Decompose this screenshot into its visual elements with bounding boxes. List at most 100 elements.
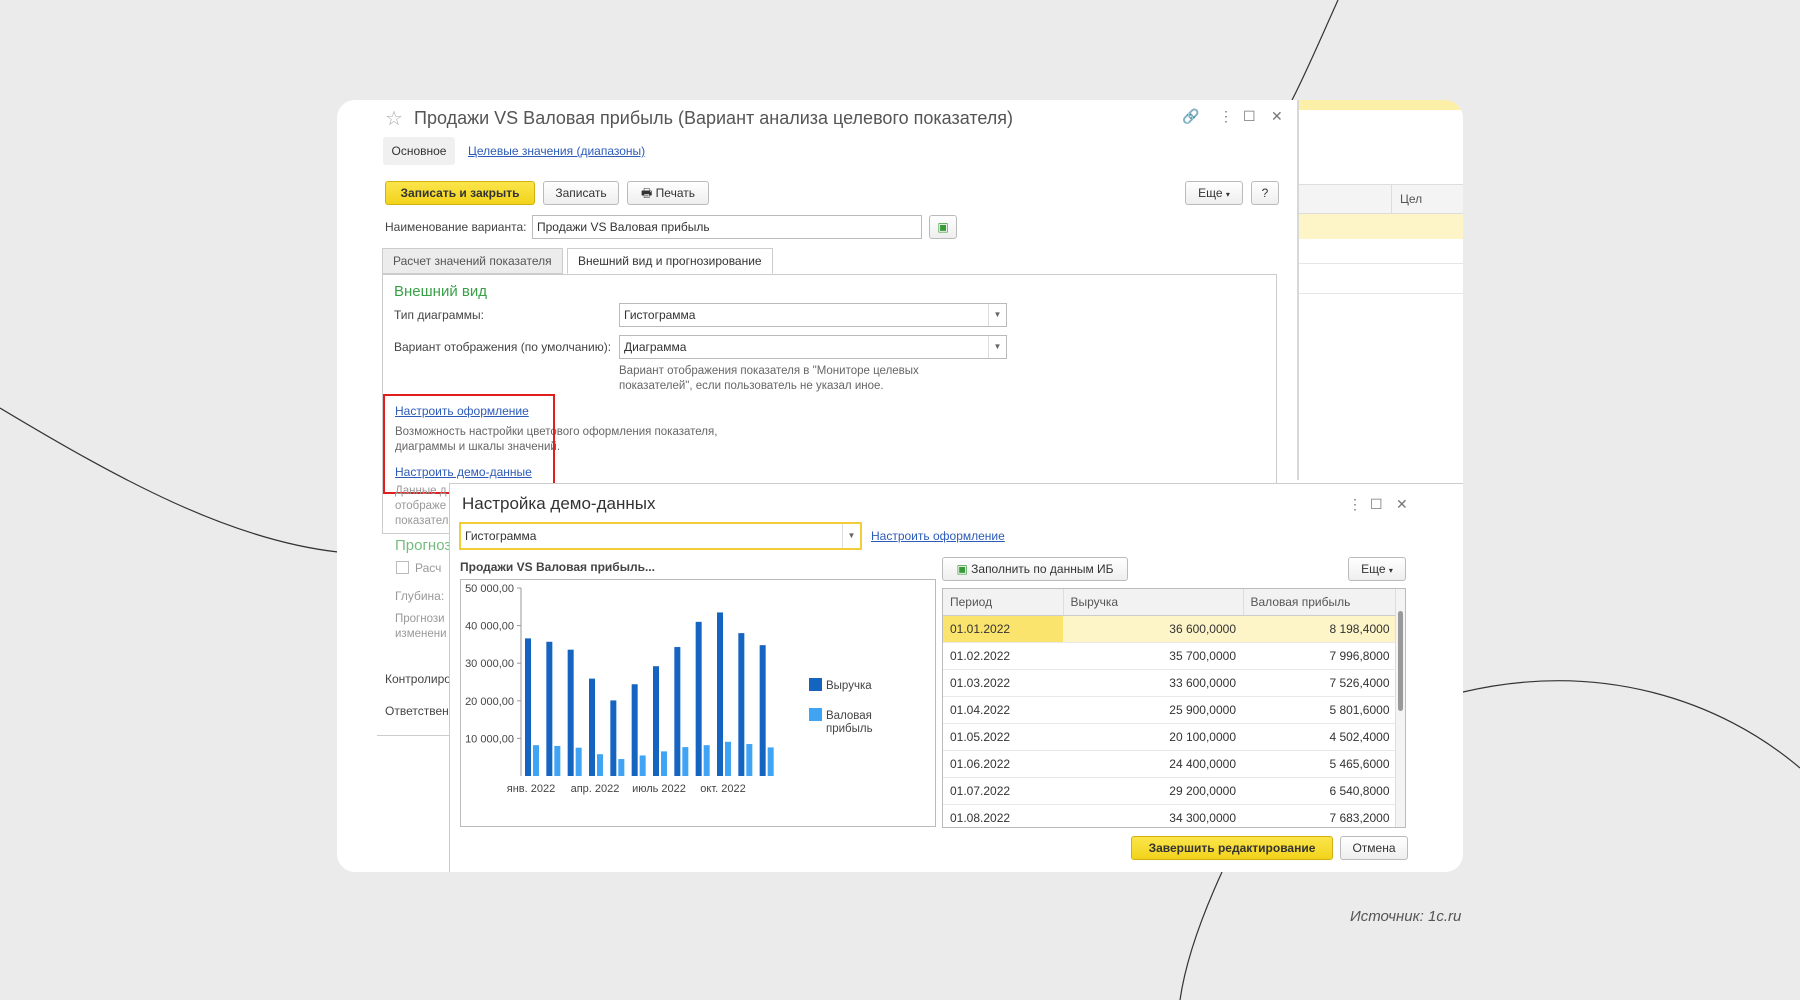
close-icon[interactable]: ✕	[1271, 108, 1283, 125]
demo-design-link[interactable]: Настроить оформление	[871, 529, 1005, 543]
table-row[interactable]: 01.03.2022 33 600,0000 7 526,4000	[943, 669, 1397, 697]
bar-profit[interactable]	[661, 751, 667, 776]
fill-from-db-button[interactable]: ▣ Заполнить по данным ИБ	[942, 557, 1128, 581]
table-row[interactable]: 01.07.2022 29 200,0000 6 540,8000	[943, 777, 1397, 805]
table-row[interactable]: 01.04.2022 25 900,0000 5 801,6000	[943, 696, 1397, 724]
demo-data-dialog: Настройка демо-данных ⋮ ☐ ✕ Гистограмма …	[449, 483, 1463, 872]
bg-window-selected-row[interactable]	[1297, 214, 1463, 239]
print-button[interactable]: 🖶 Печать	[627, 181, 709, 205]
bar-revenue[interactable]	[631, 684, 638, 776]
forecast-checkbox[interactable]	[396, 561, 409, 574]
demo-more-button[interactable]: Еще ▾	[1348, 557, 1406, 581]
cell-period[interactable]: 01.08.2022	[943, 804, 1063, 827]
column-header-profit[interactable]: Валовая прибыль	[1243, 589, 1397, 616]
bar-revenue[interactable]	[717, 612, 723, 776]
cell-revenue[interactable]: 20 100,0000	[1063, 723, 1243, 751]
cell-period[interactable]: 01.03.2022	[943, 669, 1063, 697]
close-icon[interactable]: ✕	[1396, 496, 1408, 513]
column-header-period[interactable]: Период	[943, 589, 1064, 616]
chevron-down-icon[interactable]: ▼	[988, 336, 1006, 358]
bar-profit[interactable]	[746, 744, 753, 776]
bar-profit[interactable]	[575, 747, 582, 776]
cell-revenue[interactable]: 36 600,0000	[1063, 615, 1243, 643]
chart-type-combo[interactable]: Гистограмма ▼	[459, 522, 862, 550]
table-row[interactable]: 01.05.2022 20 100,0000 4 502,4000	[943, 723, 1397, 751]
cell-revenue[interactable]: 34 300,0000	[1063, 804, 1243, 827]
favorite-star-icon[interactable]: ☆	[385, 106, 403, 131]
cell-period[interactable]: 01.07.2022	[943, 777, 1063, 805]
column-header-revenue[interactable]: Выручка	[1063, 589, 1244, 616]
bar-profit[interactable]	[767, 747, 774, 776]
cell-revenue[interactable]: 24 400,0000	[1063, 750, 1243, 778]
bar-revenue[interactable]	[546, 641, 553, 776]
cell-period[interactable]: 01.01.2022	[943, 615, 1063, 643]
chevron-down-icon[interactable]: ▼	[842, 524, 860, 548]
finish-editing-button[interactable]: Завершить редактирование	[1131, 836, 1333, 860]
bg-window-row[interactable]	[1297, 239, 1463, 264]
cell-profit[interactable]: 7 996,8000	[1243, 642, 1397, 670]
more-menu-icon[interactable]: ⋮	[1348, 496, 1362, 513]
more-button[interactable]: Еще ▾	[1185, 181, 1243, 205]
control-label: Контролиро	[385, 672, 451, 686]
link-icon[interactable]: 🔗	[1182, 108, 1199, 125]
more-menu-icon[interactable]: ⋮	[1219, 108, 1233, 125]
bar-revenue[interactable]	[738, 633, 745, 776]
bar-revenue[interactable]	[759, 645, 766, 776]
cell-profit[interactable]: 7 526,4000	[1243, 669, 1397, 697]
language-icon[interactable]: ▣	[929, 215, 957, 239]
bar-revenue[interactable]	[674, 647, 681, 776]
cell-profit[interactable]: 4 502,4000	[1243, 723, 1397, 751]
bar-profit[interactable]	[618, 759, 625, 776]
display-variant-select[interactable]: Диаграмма ▼	[619, 335, 1007, 359]
bar-revenue[interactable]	[695, 621, 702, 776]
cell-profit[interactable]: 8 198,4000	[1243, 615, 1397, 643]
bar-profit[interactable]	[725, 741, 731, 776]
cell-revenue[interactable]: 25 900,0000	[1063, 696, 1243, 724]
cell-profit[interactable]: 5 465,6000	[1243, 750, 1397, 778]
table-row[interactable]: 01.06.2022 24 400,0000 5 465,6000	[943, 750, 1397, 778]
tab-calculation[interactable]: Расчет значений показателя	[382, 248, 563, 274]
save-and-close-button[interactable]: Записать и закрыть	[385, 181, 535, 205]
chart-type-select[interactable]: Гистограмма ▼	[619, 303, 1007, 327]
help-button[interactable]: ?	[1251, 181, 1279, 205]
bar-profit[interactable]	[639, 755, 646, 776]
scrollbar-thumb[interactable]	[1398, 611, 1403, 711]
bar-profit[interactable]	[682, 747, 689, 776]
bar-revenue[interactable]	[567, 649, 574, 776]
tab-appearance-forecast[interactable]: Внешний вид и прогнозирование	[567, 248, 773, 274]
bar-revenue[interactable]	[653, 666, 659, 776]
bar-profit[interactable]	[533, 745, 539, 776]
cell-revenue[interactable]: 29 200,0000	[1063, 777, 1243, 805]
cancel-button[interactable]: Отмена	[1340, 836, 1408, 860]
cell-period[interactable]: 01.02.2022	[943, 642, 1063, 670]
bg-window-row[interactable]	[1297, 264, 1463, 294]
variant-name-input[interactable]: Продажи VS Валовая прибыль	[532, 215, 922, 239]
cell-profit[interactable]: 6 540,8000	[1243, 777, 1397, 805]
tab-main[interactable]: Основное	[383, 137, 455, 165]
bar-revenue[interactable]	[525, 638, 531, 776]
maximize-icon[interactable]: ☐	[1370, 496, 1383, 513]
bar-profit[interactable]	[554, 745, 561, 776]
cell-revenue[interactable]: 35 700,0000	[1063, 642, 1243, 670]
save-button[interactable]: Записать	[543, 181, 619, 205]
x-tick-label: янв. 2022	[507, 783, 555, 795]
cell-profit[interactable]: 5 801,6000	[1243, 696, 1397, 724]
table-row[interactable]: 01.02.2022 35 700,0000 7 996,8000	[943, 642, 1397, 670]
cell-period[interactable]: 01.04.2022	[943, 696, 1063, 724]
bar-revenue[interactable]	[610, 700, 617, 776]
more-label: Еще	[1198, 186, 1223, 200]
chevron-down-icon[interactable]: ▼	[988, 304, 1006, 326]
bar-profit[interactable]	[597, 754, 603, 776]
cell-profit[interactable]: 7 683,2000	[1243, 804, 1397, 827]
cell-period[interactable]: 01.06.2022	[943, 750, 1063, 778]
table-row[interactable]: 01.01.2022 36 600,0000 8 198,4000	[943, 615, 1397, 643]
bar-revenue[interactable]	[589, 678, 595, 776]
table-row[interactable]: 01.08.2022 34 300,0000 7 683,2000	[943, 804, 1397, 827]
cell-revenue[interactable]: 33 600,0000	[1063, 669, 1243, 697]
maximize-icon[interactable]: ☐	[1243, 108, 1256, 125]
target-values-link[interactable]: Целевые значения (диапазоны)	[468, 144, 645, 158]
main-window-right-border	[1297, 100, 1299, 480]
cell-period[interactable]: 01.05.2022	[943, 723, 1063, 751]
bar-profit[interactable]	[703, 745, 710, 776]
grid-scrollbar[interactable]	[1395, 589, 1405, 827]
